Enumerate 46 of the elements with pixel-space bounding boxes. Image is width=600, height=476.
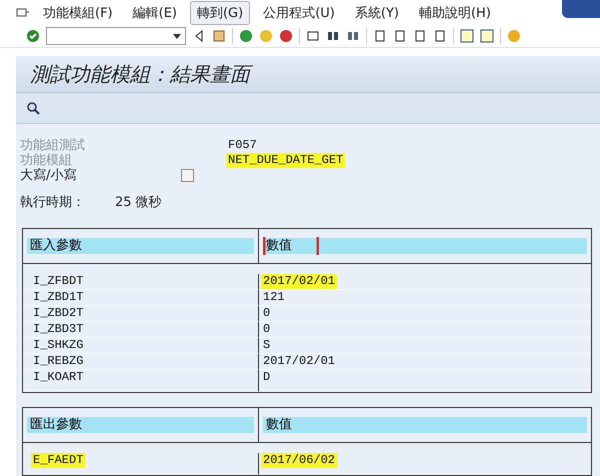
page-icon[interactable]	[373, 29, 387, 44]
menu-item[interactable]: 編輯(E)	[126, 0, 184, 25]
menu-item[interactable]: 功能模組(F)	[36, 0, 120, 25]
column-header: 匯出參數	[29, 416, 83, 434]
parameter-name: I_ZBD3T	[32, 322, 84, 337]
menu-item[interactable]: 公用程式(U)	[256, 0, 342, 25]
parameter-name: I_SHKZG	[32, 338, 84, 353]
menu-item[interactable]: 輔助說明(H)	[412, 0, 498, 25]
field-label: 大寫/小寫	[20, 168, 76, 183]
parameter-name: I_ZBD1T	[32, 290, 84, 305]
runtime-value: 25 微秒	[115, 195, 162, 210]
field-value: F057	[227, 138, 258, 153]
dropdown-icon[interactable]	[173, 34, 181, 39]
parameter-name: I_ZFBDT	[32, 274, 84, 289]
field-value: NET_DUE_DATE_GET	[226, 153, 346, 168]
parameter-value: 121	[262, 290, 286, 305]
parameter-value: 2017/02/01	[261, 274, 338, 289]
window-icon[interactable]	[480, 29, 494, 44]
menu-item[interactable]: 系統(Y)	[348, 0, 406, 25]
parameter-value: 2017/02/01	[262, 354, 336, 369]
menu-item[interactable]: 轉到(G)	[190, 0, 250, 25]
save-icon[interactable]	[212, 29, 226, 44]
column-header: 數值	[263, 237, 319, 255]
parameter-value: 2017/06/02	[261, 453, 338, 468]
menu-icon[interactable]	[16, 6, 30, 19]
magnifier-icon[interactable]	[26, 101, 40, 115]
parameter-name: I_KOART	[32, 370, 84, 385]
runtime-label: 執行時期：	[20, 195, 85, 210]
field-label: 功能組測試	[20, 138, 85, 153]
parameter-value: 0	[262, 322, 272, 337]
field-label: 功能模組	[20, 153, 72, 168]
checkbox[interactable]	[181, 169, 194, 182]
window-icon[interactable]	[460, 29, 474, 44]
checkmark-icon[interactable]	[26, 29, 40, 44]
parameter-value: S	[262, 338, 272, 353]
page-icon[interactable]	[433, 29, 447, 44]
parameter-name: I_REBZG	[32, 354, 84, 369]
page-icon[interactable]	[413, 29, 427, 44]
column-header: 數值	[265, 416, 293, 434]
page-icon[interactable]	[393, 29, 407, 44]
parameter-name: E_FAEDT	[31, 453, 86, 468]
parameter-value: 0	[262, 306, 272, 321]
column-header: 匯入參數	[29, 237, 83, 255]
parameter-name: I_ZBD2T	[32, 306, 84, 321]
command-field[interactable]	[46, 27, 186, 46]
parameter-value: D	[262, 370, 272, 385]
